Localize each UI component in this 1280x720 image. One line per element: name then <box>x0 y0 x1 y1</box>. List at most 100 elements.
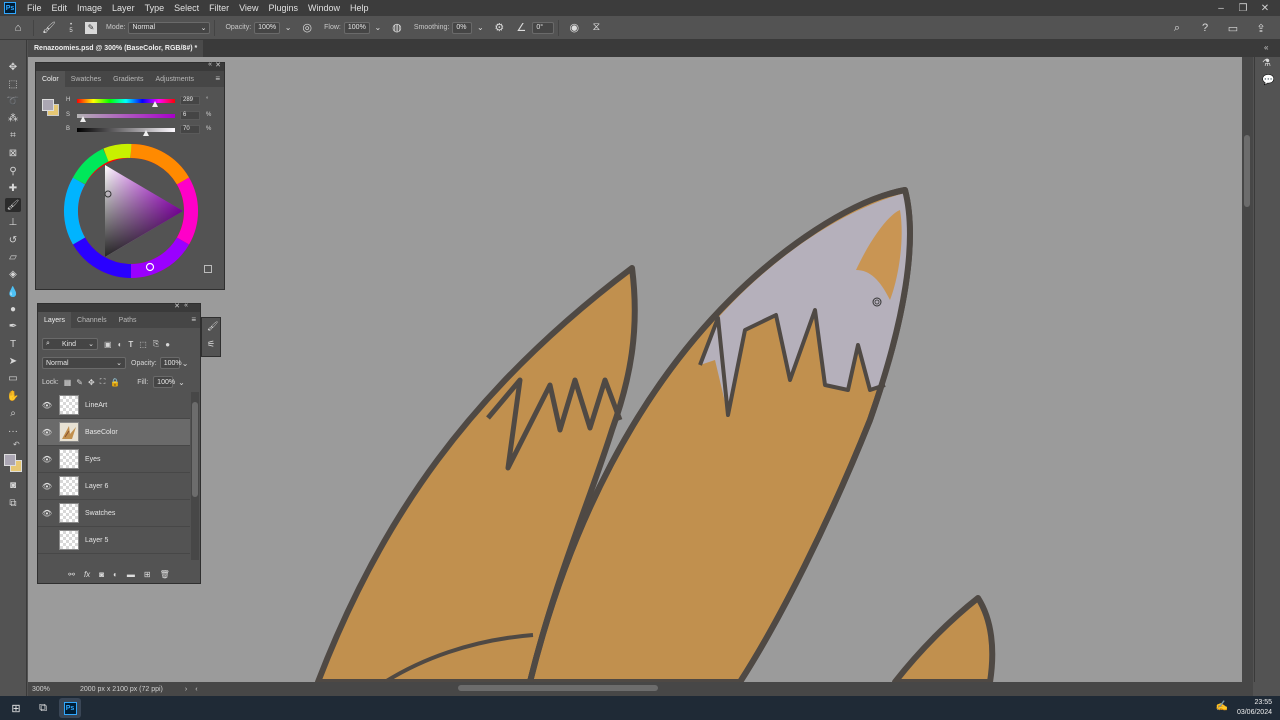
visibility-eye-icon[interactable]: 👁 <box>38 401 56 410</box>
quick-mask-icon[interactable]: ◙ <box>5 478 21 492</box>
system-clock[interactable]: 23:55 03/06/2024 <box>1237 698 1272 718</box>
close-panel-icon[interactable]: ✕ <box>215 61 221 69</box>
brightness-input[interactable]: 70 <box>180 125 200 134</box>
collapse-icon[interactable]: « <box>184 302 188 309</box>
brush-size-picker[interactable]: • 5 <box>63 20 79 36</box>
tab-gradients[interactable]: Gradients <box>107 71 149 87</box>
menu-edit[interactable]: Edit <box>47 3 73 13</box>
add-mask-icon[interactable]: ◙ <box>99 570 104 579</box>
chevron-right-icon[interactable]: › <box>185 686 187 693</box>
menu-file[interactable]: File <box>22 3 47 13</box>
menu-layer[interactable]: Layer <box>107 3 140 13</box>
brush-settings-panel-icon[interactable]: 🖌 <box>207 321 218 332</box>
layer-row-layer-6[interactable]: 👁 Layer 6 <box>38 473 190 500</box>
frame-tool-icon[interactable]: ⊠ <box>5 146 21 160</box>
brightness-thumb[interactable] <box>142 130 149 136</box>
brush-presets-panel-icon[interactable]: ⚟ <box>207 339 215 350</box>
minimize-icon[interactable]: – <box>1210 3 1232 14</box>
lock-pixels-icon[interactable]: ✎ <box>76 378 83 387</box>
visibility-eye-icon[interactable]: 👁 <box>38 428 56 437</box>
collapse-icon[interactable]: « <box>208 61 212 68</box>
filter-smart-object-icon[interactable]: ⎘ <box>153 339 159 349</box>
horizontal-scrollbar-thumb[interactable] <box>458 685 658 691</box>
mode-select[interactable]: Normal ⌄ <box>128 21 211 34</box>
layers-scrollbar[interactable] <box>191 392 199 560</box>
scrollbar-thumb[interactable] <box>1244 135 1250 207</box>
comments-icon[interactable]: 💬 <box>1262 75 1274 86</box>
brush-settings-icon[interactable]: ✎ <box>85 21 97 34</box>
workspace-icon[interactable]: ▭ <box>1225 20 1241 36</box>
lock-artboard-icon[interactable]: ⛶ <box>100 377 106 387</box>
scroll-left-icon[interactable]: ‹ <box>195 686 197 693</box>
path-selection-tool-icon[interactable]: ➤ <box>5 354 21 368</box>
hue-slider[interactable]: H 289 ° <box>66 96 222 107</box>
filter-type-icon[interactable]: T <box>128 340 133 349</box>
layer-row-eyes[interactable]: 👁 Eyes <box>38 446 190 473</box>
angle-input[interactable]: 0° <box>532 21 555 34</box>
layer-row-lineart[interactable]: 👁 LineArt <box>38 392 190 419</box>
tab-layers[interactable]: Layers <box>38 312 72 328</box>
paint-bucket-tool-icon[interactable]: ◈ <box>5 267 21 281</box>
more-tools-icon[interactable]: ··· <box>5 424 21 438</box>
visibility-toggle-empty[interactable]: 👁 <box>38 536 56 545</box>
layer-opacity-input[interactable]: 100% <box>159 357 182 369</box>
blend-mode-select[interactable]: Normal ⌄ <box>42 357 126 369</box>
layer-row-layer-5[interactable]: 👁 Layer 5 <box>38 527 190 554</box>
blur-tool-icon[interactable]: 💧 <box>5 285 21 299</box>
close-icon[interactable]: ✕ <box>1254 3 1276 14</box>
filter-adjustment-icon[interactable]: ◐ <box>118 340 123 349</box>
tab-adjustments[interactable]: Adjustments <box>149 71 200 87</box>
document-tab[interactable]: Renazoomies.psd @ 300% (BaseColor, RGB/8… <box>28 40 204 57</box>
opacity-input[interactable]: 100% <box>254 21 281 34</box>
menu-type[interactable]: Type <box>140 3 170 13</box>
marquee-tool-icon[interactable]: ⬚ <box>5 77 21 91</box>
hue-input[interactable]: 289 <box>180 96 200 105</box>
saturation-input[interactable]: 6 <box>180 111 200 120</box>
adjustment-layer-icon[interactable]: ◐ <box>113 570 118 579</box>
vertical-scrollbar[interactable] <box>1242 57 1253 682</box>
home-icon[interactable]: ⌂ <box>10 20 26 36</box>
lock-all-icon[interactable]: 🔒 <box>110 378 120 387</box>
history-brush-tool-icon[interactable]: ↺ <box>5 233 21 247</box>
smoothing-input[interactable]: 0% <box>452 21 473 34</box>
restore-icon[interactable]: ❐ <box>1232 3 1254 14</box>
filter-toggle-icon[interactable]: ● <box>165 340 170 349</box>
panel-menu-icon[interactable]: ≡ <box>191 315 196 324</box>
tab-paths[interactable]: Paths <box>113 312 143 328</box>
symmetry-icon[interactable]: ⧖ <box>588 20 604 36</box>
document-size[interactable]: 2000 px x 2100 px (72 ppi) <box>80 686 163 693</box>
tab-swatches[interactable]: Swatches <box>65 71 107 87</box>
menu-window[interactable]: Window <box>303 3 345 13</box>
layer-style-icon[interactable]: fx <box>84 570 90 579</box>
magic-wand-tool-icon[interactable]: ⁂ <box>5 111 21 125</box>
pen-tablet-icon[interactable]: ✍ <box>1216 701 1228 712</box>
photoshop-taskbar-icon[interactable]: Ps <box>59 698 81 718</box>
hue-track[interactable] <box>77 99 175 103</box>
healing-brush-tool-icon[interactable]: ✚ <box>5 181 21 195</box>
pressure-opacity-icon[interactable]: ◎ <box>299 20 315 36</box>
chevron-down-icon[interactable]: ⌄ <box>178 378 185 387</box>
hue-thumb[interactable] <box>152 101 159 107</box>
dodge-tool-icon[interactable]: ● <box>5 302 21 316</box>
eraser-tool-icon[interactable]: ▱ <box>5 250 21 264</box>
zoom-tool-icon[interactable]: ⌕ <box>5 406 21 420</box>
visibility-eye-icon[interactable]: 👁 <box>38 509 56 518</box>
pen-tool-icon[interactable]: ✒ <box>5 319 21 333</box>
brush-tool-preset-icon[interactable]: 🖌 <box>41 20 57 36</box>
tab-channels[interactable]: Channels <box>71 312 113 328</box>
type-tool-icon[interactable]: T <box>5 337 21 351</box>
chevron-down-icon[interactable]: ⌄ <box>280 20 296 36</box>
swap-colors-icon[interactable]: ↶ <box>13 440 20 449</box>
panel-collapse-icon[interactable]: « <box>1264 43 1268 52</box>
zoom-level[interactable]: 300% <box>32 686 78 693</box>
close-panel-icon[interactable]: ✕ <box>174 302 180 310</box>
new-group-icon[interactable]: ▬ <box>127 570 135 579</box>
brightness-track[interactable] <box>77 128 175 132</box>
menu-help[interactable]: Help <box>345 3 374 13</box>
eyedropper-tool-icon[interactable]: ⚲ <box>5 164 21 178</box>
task-view-icon[interactable]: ⧉ <box>32 698 54 718</box>
foreground-color-swatch[interactable] <box>4 454 16 466</box>
layer-row-basecolor[interactable]: 👁 BaseColor <box>38 419 190 446</box>
rectangle-tool-icon[interactable]: ▭ <box>5 371 21 385</box>
menu-select[interactable]: Select <box>169 3 204 13</box>
